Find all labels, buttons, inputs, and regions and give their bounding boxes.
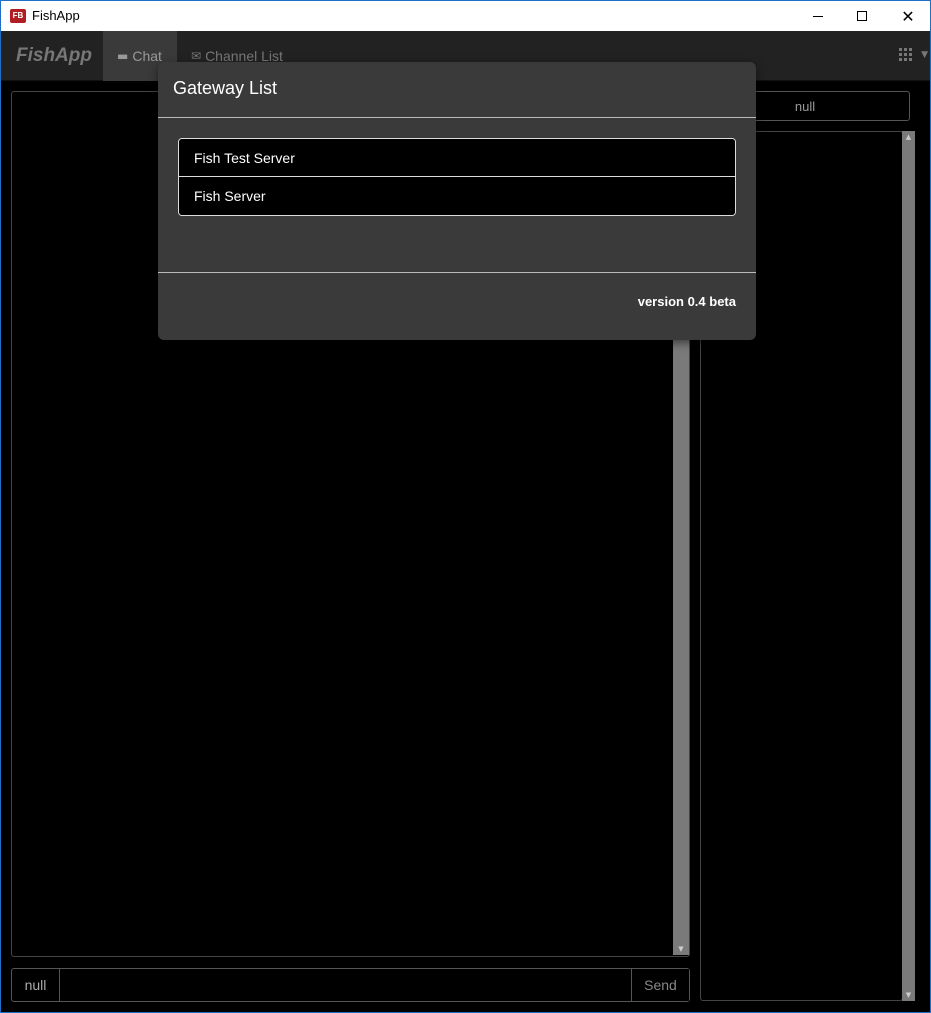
window-title: FishApp bbox=[32, 8, 80, 23]
send-button[interactable]: Send bbox=[631, 969, 689, 1001]
close-icon: ✕ bbox=[901, 6, 915, 26]
comment-icon: ▬ bbox=[117, 49, 129, 63]
envelope-icon: ✉ bbox=[191, 49, 202, 63]
minimize-button[interactable] bbox=[795, 1, 841, 31]
gateway-item-fish-test-server[interactable]: Fish Test Server bbox=[179, 139, 735, 177]
modal-body: Fish Test Server Fish Server bbox=[158, 118, 756, 272]
grid-icon[interactable] bbox=[899, 48, 912, 61]
minimize-icon bbox=[813, 15, 823, 17]
chat-message-input[interactable] bbox=[60, 969, 631, 1001]
modal-footer: version 0.4 beta bbox=[158, 272, 756, 340]
maximize-icon bbox=[857, 11, 867, 21]
scroll-down-arrow-icon[interactable]: ▼ bbox=[902, 991, 915, 999]
chat-input-group: null Send bbox=[11, 968, 690, 1002]
scroll-up-arrow-icon[interactable]: ▲ bbox=[902, 133, 915, 141]
close-button[interactable]: ✕ bbox=[885, 1, 931, 31]
caret-down-icon[interactable]: ▼ bbox=[921, 50, 928, 60]
maximize-button[interactable] bbox=[839, 1, 885, 31]
navbar-brand[interactable]: FishApp bbox=[16, 45, 92, 67]
user-list-scrollbar[interactable]: ▲ ▼ bbox=[902, 131, 915, 1001]
window-titlebar: FB FishApp ✕ bbox=[0, 0, 931, 31]
modal-title: Gateway List bbox=[173, 78, 278, 98]
chat-scrollbar[interactable]: ▼ bbox=[673, 340, 689, 955]
app-logo-icon: FB bbox=[10, 9, 26, 23]
gateway-list: Fish Test Server Fish Server bbox=[178, 138, 736, 216]
gateway-item-fish-server[interactable]: Fish Server bbox=[179, 177, 735, 215]
scroll-down-arrow-icon[interactable]: ▼ bbox=[673, 945, 689, 953]
modal-header: Gateway List bbox=[158, 62, 756, 118]
version-label: version 0.4 beta bbox=[637, 294, 736, 309]
nickname-addon: null bbox=[12, 969, 60, 1001]
gateway-list-modal: Gateway List Fish Test Server Fish Serve… bbox=[158, 62, 756, 340]
